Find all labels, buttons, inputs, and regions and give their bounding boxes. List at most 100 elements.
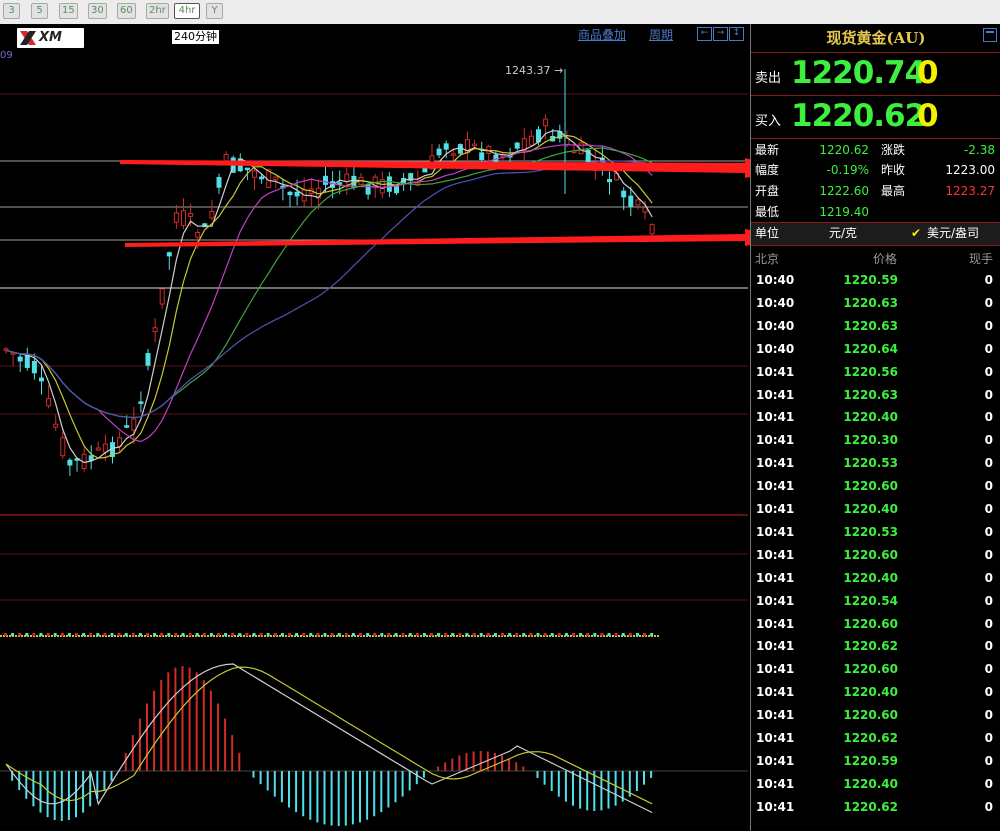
volume-bar [103, 633, 107, 636]
low-value: 1219.40 [819, 205, 869, 219]
tick-time: 10:41 [756, 685, 795, 700]
tick-volume: 0 [984, 708, 993, 723]
tick-volume: 0 [984, 456, 993, 471]
tick-time: 10:41 [756, 364, 795, 379]
candle-body [642, 207, 648, 213]
instrument-title: 现货黄金(AU) [751, 24, 1000, 53]
tick-volume: 0 [984, 479, 993, 494]
tick-volume: 0 [984, 387, 993, 402]
zoom-button[interactable]: ↕ [729, 27, 744, 41]
tick-volume: 0 [984, 753, 993, 768]
ma20-line [5, 143, 653, 443]
volume-bar [231, 633, 235, 636]
volume-bar [288, 633, 291, 636]
volume-bar [359, 633, 362, 636]
candle-body [124, 425, 130, 428]
scroll-left-button[interactable]: ← [697, 27, 712, 41]
volume-bar [259, 633, 263, 636]
kline-chart[interactable] [0, 24, 750, 831]
volume-bar [614, 633, 618, 636]
period-button-15[interactable]: 15 [59, 3, 78, 19]
volume-bar [4, 633, 7, 636]
candle-body [173, 212, 179, 223]
tick-volume: 0 [984, 776, 993, 791]
tick-time: 10:41 [756, 776, 795, 791]
period-button-5[interactable]: 5 [31, 3, 48, 19]
volume-bar [224, 633, 228, 636]
window-icon[interactable] [983, 28, 997, 42]
unit-usd-option[interactable]: 美元/盎司 [927, 223, 979, 243]
candle-body [166, 252, 172, 257]
buy-price-tail: 0 [917, 98, 939, 134]
volume-bar [621, 633, 625, 636]
ma30-line [5, 147, 653, 419]
period-button-4hr[interactable]: 4hr [174, 3, 200, 19]
candle-body [259, 176, 265, 180]
volume-bar [451, 633, 455, 636]
period-button-60[interactable]: 60 [117, 3, 136, 19]
tick-row: 10:41 1220.40 0 [751, 568, 1000, 591]
scroll-right-button[interactable]: → [713, 27, 728, 41]
period-button-2hr[interactable]: 2hr [146, 3, 169, 19]
volume-bar [650, 633, 654, 636]
period-button-year[interactable]: Y [206, 3, 223, 19]
candle-body [131, 418, 137, 431]
sell-quote: 卖出 1220.74 0 [751, 53, 1000, 96]
volume-bar [60, 633, 64, 636]
candle-body [337, 182, 343, 185]
candle-body [67, 459, 73, 466]
tick-volume: 0 [984, 593, 993, 608]
overlay-link[interactable]: 商品叠加 [578, 26, 626, 43]
candle-body [216, 176, 222, 188]
tick-row: 10:41 1220.60 0 [751, 705, 1000, 728]
period-button-30[interactable]: 30 [88, 3, 107, 19]
kline-chart-area[interactable]: XM 240分钟 商品叠加 周期 ← → ↕ 09 1243.37 → [0, 24, 750, 831]
tick-time: 10:41 [756, 502, 795, 516]
tick-time: 10:41 [756, 387, 795, 402]
candle-body [294, 191, 300, 197]
tick-time: 10:41 [756, 616, 795, 631]
candle-body [195, 232, 201, 238]
tick-row: 10:41 1220.60 0 [751, 545, 1000, 568]
tick-time: 10:41 [756, 570, 795, 585]
volume-bar [486, 633, 490, 636]
tick-volume: 0 [984, 410, 993, 425]
tick-price: 1220.60 [843, 616, 898, 631]
tick-time: 10:41 [756, 662, 795, 677]
volume-bar [572, 633, 575, 636]
change-label: 涨跌 [881, 143, 906, 157]
broker-logo: XM [17, 28, 84, 48]
tick-price: 1220.63 [843, 387, 898, 402]
volume-bar [53, 633, 57, 636]
volume-bar [508, 633, 512, 636]
period-link[interactable]: 周期 [649, 26, 673, 43]
volume-bar [564, 633, 568, 636]
candle-body [628, 195, 634, 207]
candle-body [88, 455, 94, 461]
volume-bar [380, 633, 384, 636]
unit-cny-option[interactable]: 元/克 [829, 223, 857, 243]
tick-volume: 0 [984, 273, 993, 287]
candle-body [365, 183, 371, 195]
volume-bar [153, 633, 157, 636]
volume-bar [465, 633, 469, 636]
volume-bar [146, 633, 149, 636]
tick-time: 10:41 [756, 639, 795, 654]
quote-panel: 现货黄金(AU) 卖出 1220.74 0 买入 1220.62 0 最新 12… [750, 24, 1000, 831]
open-value: 1222.60 [819, 184, 869, 198]
volume-bar [586, 633, 590, 636]
volume-bar [522, 633, 526, 636]
volume-bar [252, 633, 256, 636]
volume-bar [181, 633, 185, 636]
volume-bar [501, 633, 504, 636]
tick-time: 10:41 [756, 799, 795, 814]
tick-row: 10:41 1220.40 0 [751, 682, 1000, 705]
tick-time: 10:41 [756, 456, 795, 471]
period-button-3[interactable]: 3 [3, 3, 20, 19]
candle-body [102, 443, 108, 453]
sell-price: 1220.74 [791, 55, 926, 91]
volume-bar [472, 633, 476, 636]
volume-bar [309, 633, 313, 636]
candle-body [53, 423, 59, 428]
candle-body [188, 213, 194, 217]
